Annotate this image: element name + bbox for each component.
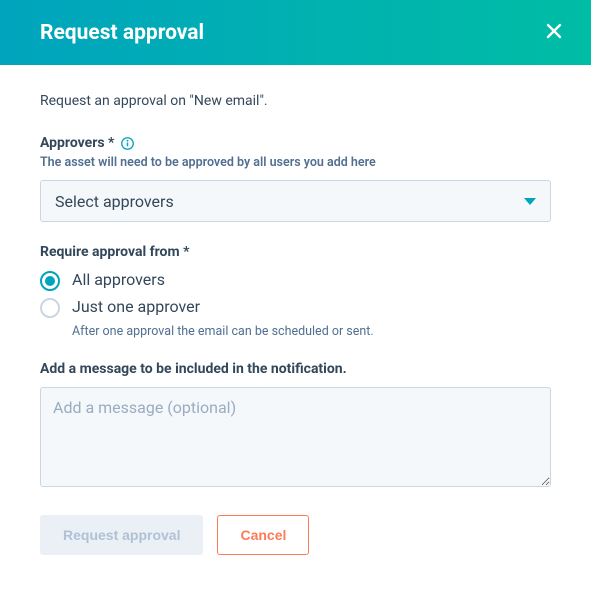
radio-one-sublabel: After one approval the email can be sche… xyxy=(72,324,551,339)
approvers-select[interactable]: Select approvers xyxy=(40,180,551,222)
request-approval-button[interactable]: Request approval xyxy=(40,515,203,555)
message-field: Add a message to be included in the noti… xyxy=(40,361,551,491)
info-icon[interactable] xyxy=(120,136,134,150)
chevron-down-icon xyxy=(524,198,536,205)
approvers-helper: The asset will need to be approved by al… xyxy=(40,155,551,170)
radio-all-approvers[interactable]: All approvers xyxy=(40,270,551,291)
require-from-label: Require approval from * xyxy=(40,244,551,260)
close-icon xyxy=(545,22,563,43)
close-button[interactable] xyxy=(541,18,567,47)
modal-actions: Request approval Cancel xyxy=(40,515,551,555)
cancel-button[interactable]: Cancel xyxy=(217,515,309,555)
intro-text: Request an approval on "New email". xyxy=(40,93,551,109)
message-textarea[interactable] xyxy=(40,387,551,487)
radio-all-label: All approvers xyxy=(72,270,165,289)
require-from-field: Require approval from * All approvers Ju… xyxy=(40,244,551,339)
radio-indicator xyxy=(40,271,60,291)
require-from-radio-group: All approvers Just one approver After on… xyxy=(40,270,551,339)
modal-body: Request an approval on "New email". Appr… xyxy=(0,65,591,577)
approvers-label: Approvers * xyxy=(40,135,114,151)
modal-header: Request approval xyxy=(0,0,591,65)
approvers-field: Approvers * The asset will need to be ap… xyxy=(40,135,551,222)
radio-one-label: Just one approver xyxy=(72,297,200,316)
modal-title: Request approval xyxy=(40,21,204,45)
radio-one-approver[interactable]: Just one approver xyxy=(40,297,551,318)
approvers-select-placeholder: Select approvers xyxy=(55,192,174,211)
message-label: Add a message to be included in the noti… xyxy=(40,361,551,377)
radio-indicator xyxy=(40,298,60,318)
approvers-label-row: Approvers * xyxy=(40,135,551,151)
